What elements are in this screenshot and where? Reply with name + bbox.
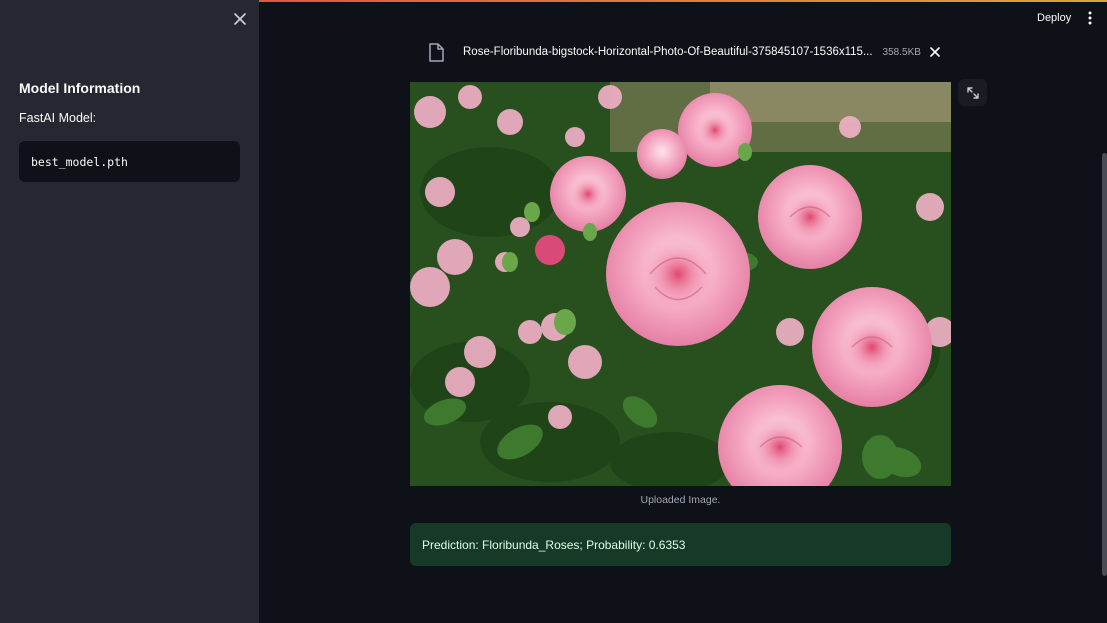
prediction-text: Prediction: Floribunda_Roses; Probabilit… [422, 537, 686, 552]
file-icon [426, 41, 446, 63]
rose-photo [410, 82, 951, 486]
uploaded-file-name: Rose-Floribunda-bigstock-Horizontal-Phot… [463, 46, 873, 58]
more-vertical-icon [1088, 11, 1092, 25]
model-file-name: best_model.pth [31, 154, 128, 169]
sidebar-close-button[interactable] [229, 8, 251, 30]
fullscreen-button[interactable] [958, 79, 987, 106]
model-file-code-block: best_model.pth [19, 141, 240, 182]
remove-file-button[interactable] [927, 44, 943, 60]
close-icon [234, 13, 246, 25]
deploy-button[interactable]: Deploy [1029, 7, 1079, 29]
close-icon [930, 47, 940, 57]
sidebar: Model Information FastAI Model: best_mod… [0, 0, 259, 623]
uploaded-file-size: 358.5KB [882, 46, 921, 58]
main-menu-button[interactable] [1081, 7, 1099, 29]
uploaded-file-row: Rose-Floribunda-bigstock-Horizontal-Phot… [426, 39, 951, 65]
fullscreen-icon [966, 86, 979, 99]
sidebar-title: Model Information [19, 80, 141, 96]
uploaded-image [410, 82, 951, 486]
scrollbar[interactable] [1102, 153, 1107, 576]
image-caption: Uploaded Image. [640, 494, 721, 506]
prediction-success-alert: Prediction: Floribunda_Roses; Probabilit… [410, 523, 951, 566]
model-label: FastAI Model: [19, 111, 97, 125]
